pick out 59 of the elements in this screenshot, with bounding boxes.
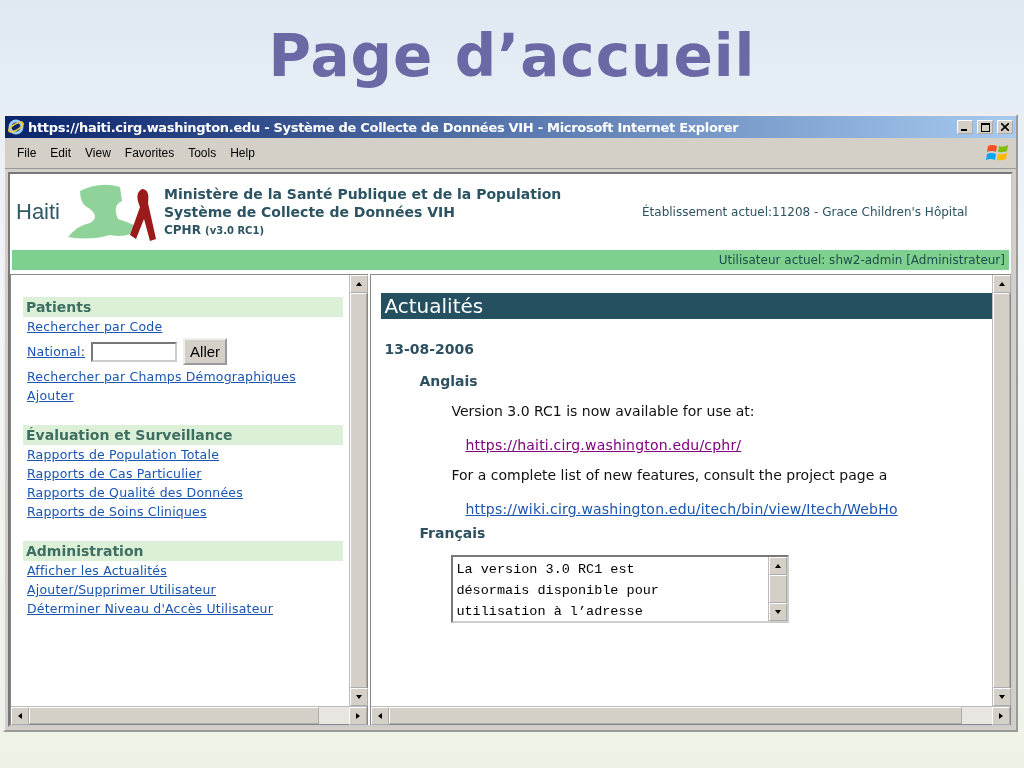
- maximize-button[interactable]: [977, 120, 993, 134]
- current-facility: Établissement actuel:11208 - Grace Children's Hôpital: [642, 204, 969, 220]
- sidebar-link[interactable]: Ajouter: [27, 388, 74, 403]
- arrow-up-icon: [355, 280, 364, 288]
- news-heading-bar: Actualités: [381, 293, 992, 319]
- sidebar-link[interactable]: Déterminer Niveau d'Accès Utilisateur: [27, 601, 273, 616]
- sidebar-link[interactable]: National:: [27, 344, 86, 359]
- window-title: https://haiti.cirg.washington.edu - Système de Collecte de Données VIH - Microsoft Internet Explorer: [28, 119, 740, 135]
- sidebar-link[interactable]: Rapports de Cas Particulier: [27, 466, 202, 481]
- go-button[interactable]: Aller: [183, 338, 228, 365]
- news-text-area[interactable]: La version 3.0 RC1 est désormais disponible pour utilisation à l’adresse: [451, 555, 790, 623]
- national-code-field[interactable]: [91, 341, 178, 362]
- sidebar-link[interactable]: Rapports de Population Totale: [27, 447, 220, 462]
- section-heading: Évaluation et Surveillance: [23, 425, 344, 445]
- logo-text: Haiti: [16, 199, 60, 225]
- sidebar-link[interactable]: Rechercher par Code: [27, 319, 163, 334]
- minimize-button[interactable]: [957, 120, 973, 134]
- sidebar-link[interactable]: Rapports de Qualité des Données: [27, 485, 243, 500]
- arrow-down-icon: [355, 693, 364, 701]
- sidebar-link[interactable]: Ajouter/Supprimer Utilisateur: [27, 582, 216, 597]
- horizontal-scrollbar[interactable]: [11, 706, 368, 724]
- slide-title: Page d’accueil: [268, 22, 756, 90]
- arrow-down-icon: [998, 693, 1006, 701]
- horizontal-scrollbar[interactable]: [371, 706, 1010, 724]
- menu-item[interactable]: Help: [224, 144, 261, 162]
- menu-item[interactable]: Edit: [44, 144, 78, 162]
- header-title: Ministère de la Santé Publique et de la Population: [164, 184, 563, 203]
- header-title: Système de Collecte de Données VIH: [164, 202, 456, 221]
- arrow-left-icon: [376, 712, 385, 720]
- section-heading: Patients: [23, 297, 344, 317]
- language-heading: Anglais: [419, 373, 479, 389]
- arrow-down-icon: [774, 608, 783, 616]
- maximize-icon: [980, 122, 990, 132]
- vertical-scrollbar[interactable]: [992, 275, 1010, 706]
- menu-item[interactable]: File: [11, 144, 43, 162]
- close-button[interactable]: [997, 120, 1013, 134]
- current-user: Utilisateur actuel: shw2-admin [Administrateur]: [718, 253, 1005, 267]
- news-date: 13-08-2006: [384, 341, 475, 357]
- menu-item[interactable]: Favorites: [118, 144, 181, 162]
- section-heading: Administration: [23, 541, 344, 561]
- sidebar-link[interactable]: Afficher les Actualités: [27, 563, 167, 578]
- menu-item[interactable]: Tools: [182, 144, 223, 162]
- app-version: CPHR (v3.0 RC1): [164, 221, 265, 239]
- arrow-right-icon: [997, 712, 1005, 720]
- sidebar-link[interactable]: Rechercher par Champs Démographiques: [27, 369, 296, 384]
- menu-item[interactable]: View: [79, 144, 117, 162]
- arrow-up-icon: [998, 280, 1006, 288]
- arrow-up-icon: [774, 562, 783, 570]
- sidebar-link[interactable]: Rapports de Soins Cliniques: [27, 504, 207, 519]
- vertical-scrollbar[interactable]: [349, 275, 368, 706]
- news-link[interactable]: https://haiti.cirg.washington.edu/cphr/: [465, 437, 992, 453]
- language-heading: Français: [419, 525, 487, 541]
- close-icon: [1001, 123, 1009, 131]
- news-link[interactable]: https://wiki.cirg.washington.edu/itech/bin/view/Itech/WebHo: [465, 501, 992, 517]
- browser-icon: [8, 119, 24, 135]
- vertical-scrollbar[interactable]: [768, 557, 788, 621]
- news-text: Version 3.0 RC1 is now available for use at:: [451, 403, 756, 419]
- arrow-left-icon: [16, 712, 24, 720]
- news-text: For a complete list of new features, consult the project page a: [451, 467, 889, 483]
